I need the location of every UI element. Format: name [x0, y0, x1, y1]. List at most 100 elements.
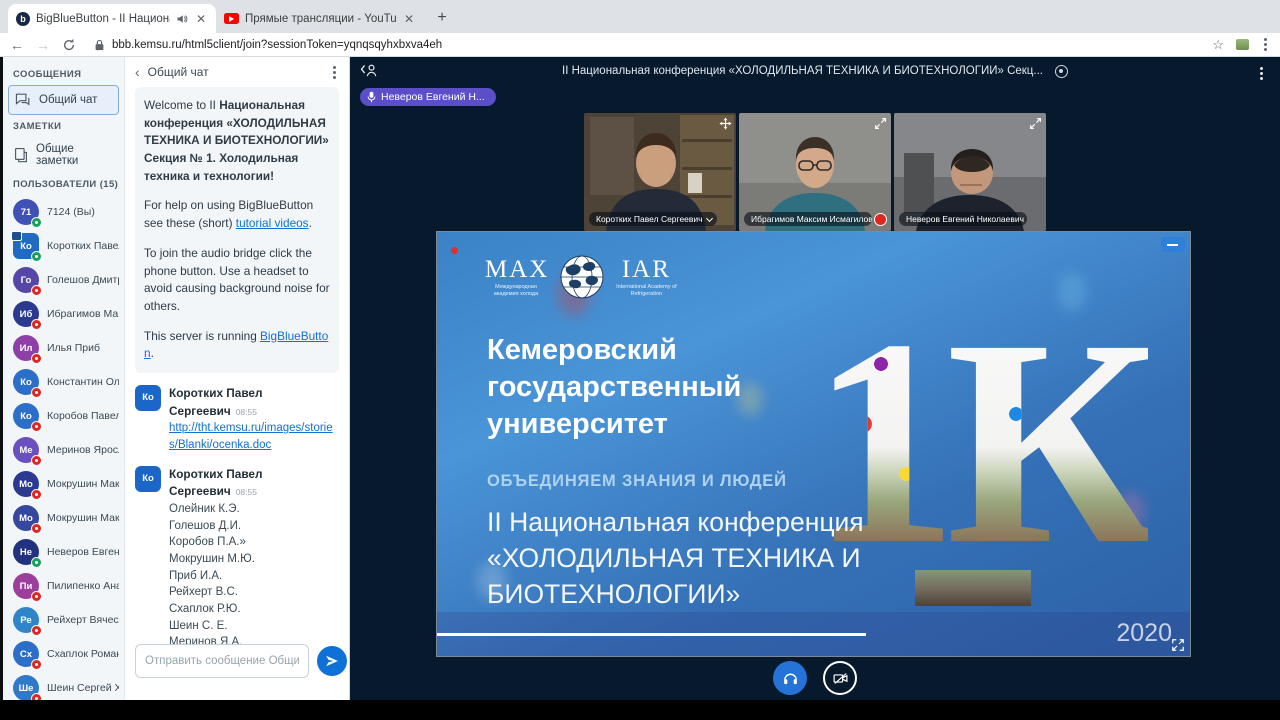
logo-subtext-ru: Международная академия холода: [493, 283, 539, 297]
options-menu-icon[interactable]: [1257, 64, 1266, 83]
webcam-name-pill[interactable]: Коротких Павел Сергеевич: [589, 212, 717, 226]
webcam-share-button[interactable]: [823, 661, 857, 695]
user-list-item[interactable]: Иб Ибрагимов Макси...: [8, 297, 119, 331]
send-message-button[interactable]: [317, 646, 347, 676]
user-status-badge: [31, 421, 42, 432]
welcome-paragraph: For help on using BigBlueButton see thes…: [144, 198, 314, 231]
fullscreen-icon[interactable]: [1171, 638, 1185, 652]
webcam-neverov[interactable]: Неверов Евгений Николаевич: [894, 113, 1046, 231]
user-name: Пилипенко Анатол...: [47, 580, 119, 592]
slide-bottom-line: [437, 633, 867, 636]
users-section-label: ПОЛЬЗОВАТЕЛИ (15): [13, 179, 119, 190]
chat-message-input[interactable]: [135, 644, 309, 678]
user-name: Неверов Евгений ...: [47, 546, 119, 558]
user-list-item[interactable]: Ме Меринов Ярослав ...: [8, 433, 119, 467]
camera-off-icon: [833, 672, 847, 684]
user-list-item[interactable]: Ше Шеин Сергей ХМм...: [8, 671, 119, 700]
talking-indicator[interactable]: Неверов Евгений Н...: [360, 88, 496, 106]
address-bar[interactable]: bbb.kemsu.ru/html5client/join?sessionTok…: [88, 39, 1200, 51]
user-status-badge: [31, 455, 42, 466]
tab-close-icon[interactable]: ✕: [402, 12, 416, 26]
slide-year: 2020: [1116, 619, 1172, 647]
user-status-badge: [31, 557, 42, 568]
user-list-item[interactable]: Не Неверов Евгений ...: [8, 535, 119, 569]
expand-icon[interactable]: [874, 117, 887, 130]
iar-logo: MAX Международная академия холода IAR In…: [485, 254, 677, 300]
headphones-icon: [783, 673, 797, 684]
chat-input-row: [135, 644, 347, 678]
lock-icon: [95, 39, 104, 50]
minimize-presentation-button[interactable]: [1161, 237, 1185, 252]
muted-badge-icon: [874, 213, 887, 226]
browser-menu-icon[interactable]: [1261, 35, 1270, 54]
user-list-item[interactable]: Ко Константин Олейн...: [8, 365, 119, 399]
tab-close-icon[interactable]: ✕: [194, 12, 208, 26]
new-tab-button[interactable]: +: [430, 6, 454, 30]
user-list-item[interactable]: Ил Илья Приб: [8, 331, 119, 365]
user-list-item[interactable]: Ко Коробов Павел: [8, 399, 119, 433]
expand-icon[interactable]: [1029, 117, 1042, 130]
welcome-paragraph: Welcome to II Национальная конференция «…: [144, 98, 329, 183]
message-time: 08:55: [235, 487, 257, 498]
tab-bigbluebutton[interactable]: b BigBlueButton - II Национа ✕: [8, 4, 216, 33]
message-time: 08:55: [235, 406, 257, 417]
meeting-title: II Национальная конференция «ХОЛОДИЛЬНАЯ…: [562, 65, 1043, 77]
user-list-item[interactable]: Сх Схаплок Роман: [8, 637, 119, 671]
logo-text-max: MAX: [485, 255, 550, 283]
user-list-item[interactable]: Ко Коротких Павел С...: [8, 229, 119, 263]
audio-join-button[interactable]: [773, 661, 807, 695]
tab-audio-icon[interactable]: [176, 13, 188, 25]
roster-line: Схаплок Р.Ю.: [169, 603, 241, 615]
sidebar-item-shared-notes[interactable]: Общие заметки: [8, 137, 119, 173]
bigbluebutton-app: СООБЩЕНИЯ Общий чат ЗАМЕТКИ Общие заметк…: [0, 57, 1280, 700]
user-name: Мокрушин Максим: [47, 478, 119, 490]
user-list-item[interactable]: 71 7124 (Вы): [8, 195, 119, 229]
bigbluebutton-favicon: b: [16, 11, 30, 26]
presentation-slide[interactable]: 1К MAX Международная академия холода IAR: [436, 231, 1191, 657]
chat-options-icon[interactable]: [330, 63, 339, 82]
user-status-badge: [31, 591, 42, 602]
chat-back-icon[interactable]: ‹: [135, 64, 140, 80]
webcam-name-pill[interactable]: Неверов Евгений Николаевич: [899, 212, 1027, 226]
user-list-item[interactable]: Мо Мокрушин Максим к: [8, 501, 119, 535]
move-icon[interactable]: [719, 117, 732, 130]
bookmark-star-icon[interactable]: ☆: [1212, 37, 1224, 53]
chat-title: Общий чат: [147, 65, 209, 79]
tab-youtube[interactable]: Прямые трансляции - YouTube ✕: [216, 4, 424, 33]
url-text: bbb.kemsu.ru/html5client/join?sessionTok…: [112, 38, 443, 51]
record-indicator-icon[interactable]: [1054, 64, 1068, 78]
forward-icon[interactable]: →: [36, 38, 50, 52]
roster-line: Рейхерт В.С.: [169, 586, 238, 599]
webcam-korotkikh[interactable]: Коротких Павел Сергеевич: [584, 113, 736, 231]
user-list-item[interactable]: Пи Пилипенко Анатол...: [8, 569, 119, 603]
user-status-badge: [31, 353, 42, 364]
message-link[interactable]: http://tht.kemsu.ru/images/stories/Blank…: [169, 422, 333, 451]
user-status-badge: [31, 387, 42, 398]
tab-title: Прямые трансляции - YouTube: [245, 12, 396, 25]
toggle-userlist-icon[interactable]: [360, 62, 380, 78]
webcam-area: Коротких Павел Сергеевич Ибрагимов Макси…: [350, 113, 1280, 231]
webcam-name-pill[interactable]: Ибрагимов Максим Исмагилович: [744, 212, 872, 226]
user-status-badge: [31, 489, 42, 500]
reload-icon[interactable]: [62, 38, 76, 52]
avatar: Пи: [13, 573, 42, 602]
sidebar-item-public-chat[interactable]: Общий чат: [8, 85, 119, 115]
sidebar-item-label: Общий чат: [39, 94, 98, 106]
user-status-badge: [31, 659, 42, 670]
university-name: Кемеровский государственный университет: [487, 334, 742, 441]
user-list-item[interactable]: Ре Рейхерт Вячеслав: [8, 603, 119, 637]
avatar: Го: [13, 267, 42, 296]
user-name: Илья Приб: [47, 342, 101, 354]
avatar: 71: [13, 199, 42, 228]
user-name: Мокрушин Максим к: [47, 512, 119, 524]
logo-text-iar: IAR: [621, 255, 671, 283]
back-icon[interactable]: ←: [10, 38, 24, 52]
slide-tagline: ОБЪЕДИНЯЕМ ЗНАНИЯ И ЛЮДЕЙ: [487, 472, 787, 490]
avatar: Мо: [13, 505, 42, 534]
user-list-item[interactable]: Мо Мокрушин Максим: [8, 467, 119, 501]
webcam-ibragimov[interactable]: Ибрагимов Максим Исмагилович: [739, 113, 891, 231]
user-name: Рейхерт Вячеслав: [47, 614, 119, 626]
user-list-item[interactable]: Го Голешов Дмитрий: [8, 263, 119, 297]
tutorial-videos-link[interactable]: tutorial videos: [236, 216, 309, 230]
extension-icon[interactable]: [1236, 39, 1249, 50]
